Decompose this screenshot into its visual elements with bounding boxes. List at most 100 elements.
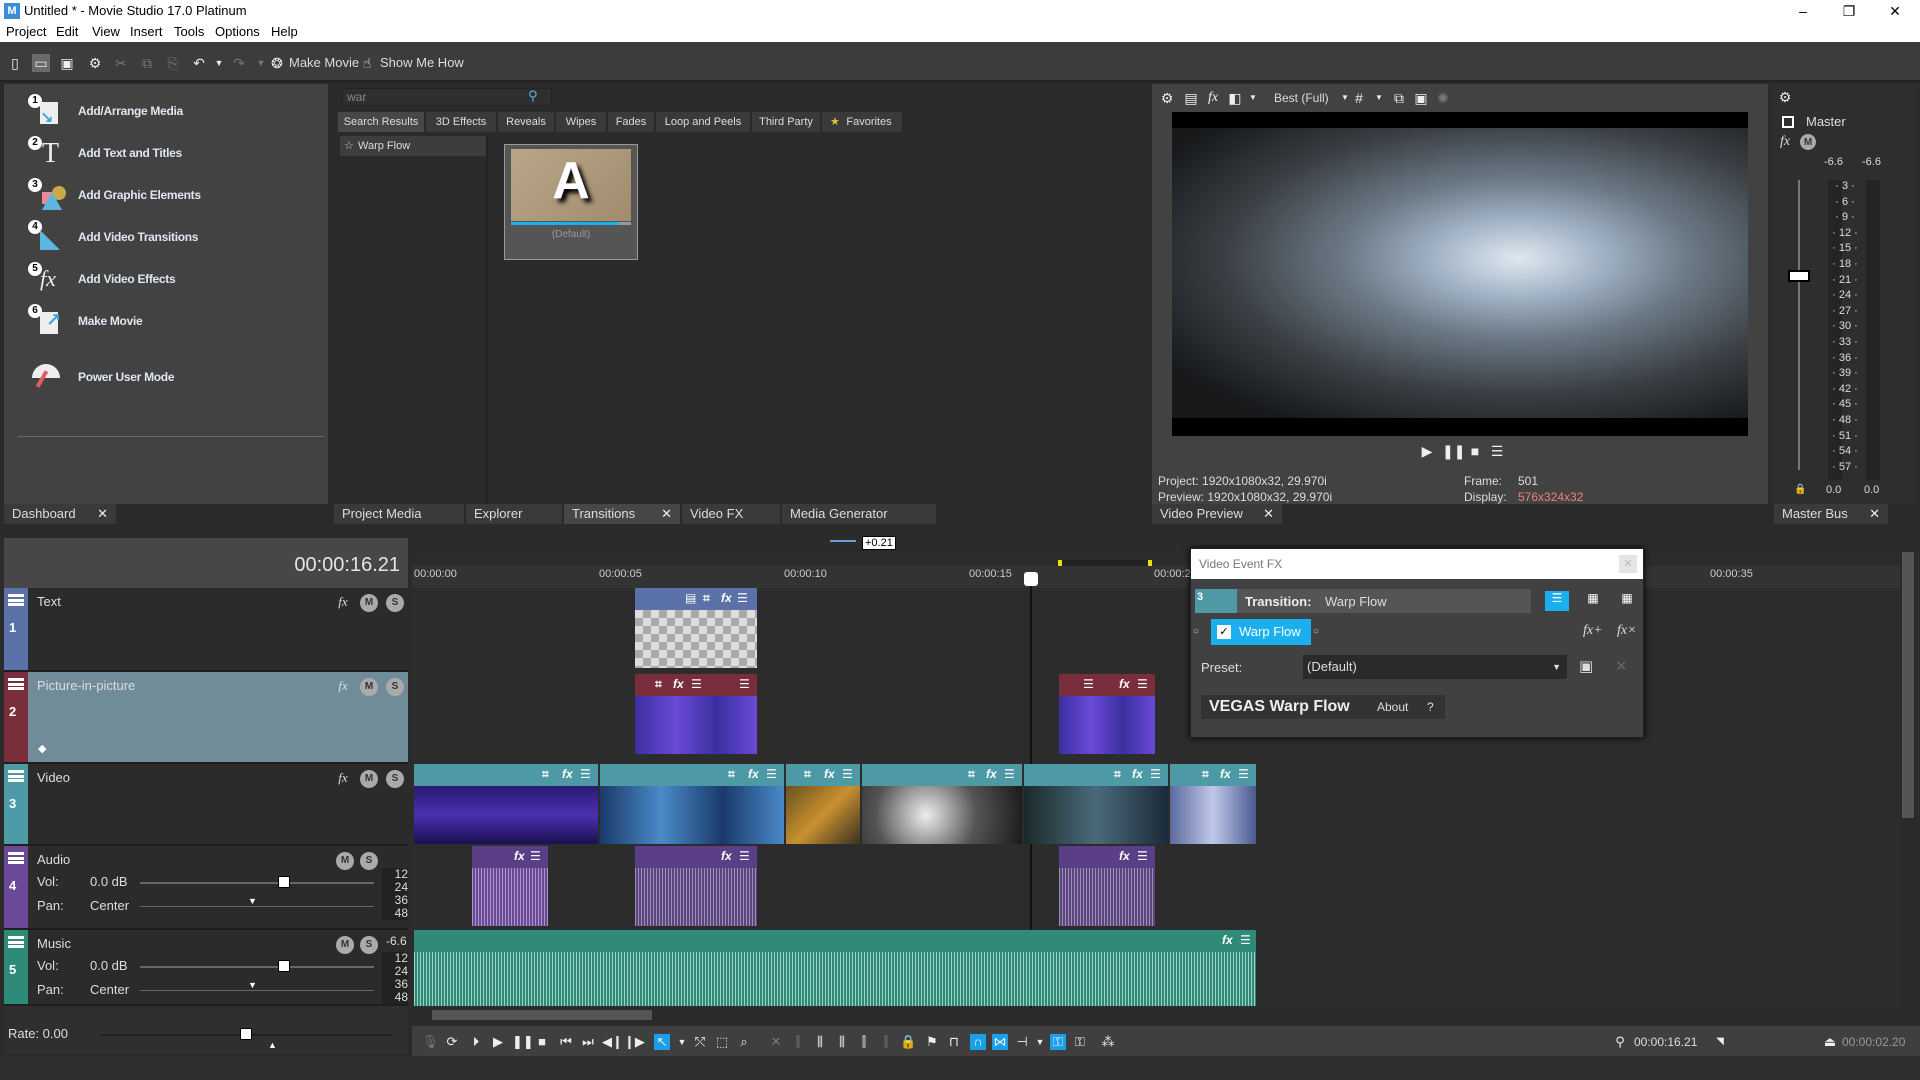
grouping-icon[interactable]: ⁂ xyxy=(1100,1034,1116,1050)
settings-gear-icon[interactable]: ⚙ xyxy=(86,54,104,72)
save-preset-icon[interactable]: ▣ xyxy=(1579,657,1593,675)
minimize-button[interactable]: – xyxy=(1780,0,1826,22)
trim-icon[interactable]: ⫿ xyxy=(790,1034,806,1050)
menu-tools[interactable]: Tools xyxy=(174,24,204,39)
close-tab-icon[interactable]: ✕ xyxy=(97,504,108,524)
track-header-video[interactable]: 3 Video fx M S xyxy=(4,764,408,846)
clip-text[interactable]: ▤ ⌗ fx ☰ xyxy=(635,588,757,668)
clip-video[interactable]: ⌗ fx ☰ xyxy=(786,764,860,844)
track-menu-icon[interactable] xyxy=(8,678,24,690)
clip-audio[interactable]: fx ☰ xyxy=(635,846,757,926)
fx-view-list-icon[interactable]: ☰ xyxy=(1545,591,1569,611)
track-menu-icon[interactable] xyxy=(8,770,24,782)
undo-icon[interactable]: ↶ xyxy=(190,54,208,72)
pan-slider-knob[interactable]: ▼ xyxy=(248,980,257,990)
fx-window-close-button[interactable]: ✕ xyxy=(1619,555,1637,573)
scrollbar-thumb[interactable] xyxy=(1902,552,1914,818)
track-mute-icon[interactable]: M xyxy=(360,770,378,788)
preset-dropdown-icon[interactable]: ▼ xyxy=(1552,655,1561,679)
menu-help[interactable]: Help xyxy=(271,24,298,39)
clip-pip[interactable]: ⌗ fx ☰ ☰ xyxy=(635,674,757,754)
tab-3d-effects[interactable]: 3D Effects xyxy=(426,112,496,132)
master-fx-icon[interactable]: fx xyxy=(1780,134,1790,150)
save-snapshot-icon[interactable]: ▣ xyxy=(1412,89,1430,107)
tree-item-warp-flow[interactable]: ☆ Warp Flow xyxy=(340,136,486,156)
tab-third-party[interactable]: Third Party xyxy=(752,112,820,132)
ripple-dropdown-icon[interactable]: ▼ xyxy=(1032,1034,1048,1050)
lock-icon[interactable]: 🔒 xyxy=(1794,484,1806,495)
next-frame-icon[interactable]: ❙▶ xyxy=(624,1034,645,1050)
tab-transitions[interactable]: Transitions ✕ xyxy=(564,504,680,524)
tab-wipes[interactable]: Wipes xyxy=(556,112,606,132)
master-fader-track[interactable] xyxy=(1798,180,1800,470)
auto-crossfade-icon[interactable]: ⋈ xyxy=(992,1034,1008,1050)
normal-edit-tool-icon[interactable]: ↖ xyxy=(654,1034,670,1050)
marker-icon[interactable]: ⚑ xyxy=(924,1034,940,1050)
fx-icon[interactable]: fx xyxy=(1204,89,1222,107)
dashboard-item-video-transitions[interactable]: 4 Add Video Transitions xyxy=(24,220,324,254)
copy-icon[interactable]: ⧉ xyxy=(138,54,156,72)
tab-media-generator[interactable]: Media Generator xyxy=(782,504,936,524)
track-fx-icon[interactable]: fx xyxy=(334,678,352,696)
track-solo-icon[interactable]: S xyxy=(386,678,404,696)
master-mute-icon[interactable]: M xyxy=(1800,134,1816,150)
ignore-grouping-icon[interactable]: ⚿ xyxy=(1072,1034,1088,1050)
dashboard-item-make-movie[interactable]: 6 ↗ Make Movie xyxy=(24,304,324,338)
clip-video[interactable]: ⌗ fx ☰ xyxy=(414,764,598,844)
pan-slider[interactable] xyxy=(140,990,374,991)
track-header-text[interactable]: 1 Text fx M S xyxy=(4,588,408,672)
region-icon[interactable]: ⊓ xyxy=(946,1034,962,1050)
clip-video[interactable]: ⌗ fx ☰ xyxy=(600,764,784,844)
undo-dropdown-icon[interactable]: ▼ xyxy=(210,54,228,72)
close-button[interactable]: ✕ xyxy=(1872,0,1918,22)
tab-fades[interactable]: Fades xyxy=(608,112,654,132)
timeline-horizontal-scrollbar[interactable] xyxy=(412,1008,1900,1022)
lock-envelopes-icon[interactable]: ⚿ xyxy=(1050,1034,1066,1050)
vol-slider[interactable] xyxy=(140,882,374,884)
track-fx-icon[interactable]: fx xyxy=(334,594,352,612)
rate-reset-icon[interactable]: ▲ xyxy=(268,1040,277,1050)
clip-video[interactable]: ⌗ fx ☰ xyxy=(1170,764,1256,844)
track-menu-icon[interactable] xyxy=(8,936,24,948)
tab-favorites[interactable]: ★ Favorites xyxy=(822,112,902,132)
tab-reveals[interactable]: Reveals xyxy=(498,112,554,132)
clip-audio[interactable]: fx ☰ xyxy=(1059,846,1155,926)
delete-icon[interactable]: ✕ xyxy=(768,1034,784,1050)
master-settings-icon[interactable]: ⚙ xyxy=(1776,88,1794,106)
help-button[interactable]: ? xyxy=(1427,700,1434,714)
stop-icon[interactable]: ■ xyxy=(534,1034,550,1050)
track-mute-icon[interactable]: M xyxy=(336,936,354,954)
transitions-search-input[interactable]: war xyxy=(342,88,552,106)
cut-icon[interactable]: ✂ xyxy=(112,54,130,72)
menu-insert[interactable]: Insert xyxy=(130,24,163,39)
clip-pip[interactable]: ☰ fx ☰ xyxy=(1059,674,1155,754)
timeline-vertical-scrollbar[interactable] xyxy=(1900,538,1916,1008)
envelope-tool-icon[interactable]: ⤲ xyxy=(692,1034,708,1050)
tab-explorer[interactable]: Explorer xyxy=(466,504,562,524)
menu-view[interactable]: View xyxy=(92,24,120,39)
save-icon[interactable]: ▣ xyxy=(58,54,76,72)
tab-video-fx[interactable]: Video FX xyxy=(682,504,780,524)
track-mute-icon[interactable]: M xyxy=(336,852,354,870)
tab-video-preview[interactable]: Video Preview ✕ xyxy=(1152,504,1282,524)
new-file-icon[interactable]: ▯ xyxy=(6,54,24,72)
dashboard-item-power-user[interactable]: Power User Mode xyxy=(24,360,324,394)
pan-slider-knob[interactable]: ▼ xyxy=(248,896,257,906)
paste-icon[interactable]: ⎘ xyxy=(164,54,182,72)
fx-view-grid3-icon[interactable]: ▦ xyxy=(1615,591,1639,611)
vol-slider[interactable] xyxy=(140,966,374,968)
fx-view-grid2-icon[interactable]: ▦ xyxy=(1581,591,1605,611)
dashboard-item-add-media[interactable]: 1 ↘ Add/Arrange Media xyxy=(24,94,324,128)
open-folder-icon[interactable]: ▭ xyxy=(32,54,50,72)
track-header-audio[interactable]: 4 Audio M S Vol: 0.0 dB Pan: Center ▼ 12… xyxy=(4,846,408,930)
close-tab-icon[interactable]: ✕ xyxy=(1263,504,1274,524)
vol-slider-knob[interactable] xyxy=(278,960,290,972)
trim-end-icon[interactable]: ⫼ xyxy=(834,1034,850,1050)
tab-project-media[interactable]: Project Media xyxy=(334,504,464,524)
grid-dropdown-icon[interactable]: ▼ xyxy=(1370,89,1388,107)
clip-video[interactable]: ⌗ fx ☰ xyxy=(862,764,1022,844)
keyframe-icon[interactable]: ◆ xyxy=(38,742,46,755)
pause-icon[interactable]: ❚❚ xyxy=(1442,442,1465,460)
copy-snapshot-icon[interactable]: ⧉ xyxy=(1390,89,1408,107)
transition-thumbnail-default[interactable]: A (Default) xyxy=(504,144,638,260)
